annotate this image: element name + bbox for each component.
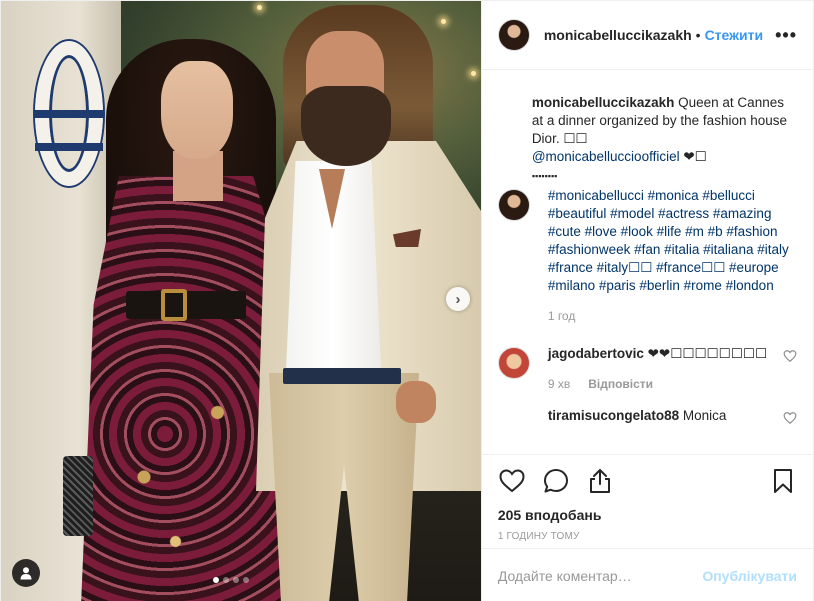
- belt-buckle: [161, 289, 187, 321]
- caption-time[interactable]: 1 год: [548, 307, 576, 325]
- comment-item: jagodabertovic ❤❤☐☐☐☐☐☐☐☐ 9 хв Відповіст…: [497, 345, 797, 393]
- comment-like-heart-icon[interactable]: [783, 411, 797, 425]
- caption-meta: 1 год: [548, 307, 797, 325]
- author-username[interactable]: monicabelluccikazakh: [544, 27, 692, 43]
- post-actions: 205 вподобань 1 ГОДИНУ ТОМУ Опублікувати: [481, 454, 813, 601]
- comment-body: jagodabertovic ❤❤☐☐☐☐☐☐☐☐ 9 хв Відповіст…: [548, 345, 775, 393]
- caption-emoji-2: ❤☐: [683, 149, 707, 164]
- add-comment-bar: Опублікувати: [481, 548, 813, 601]
- carousel-dot: [243, 577, 249, 583]
- separator: •: [695, 27, 701, 43]
- more-options-icon[interactable]: •••: [775, 25, 797, 46]
- caption-hashtags[interactable]: #monicabellucci #monica #bellucci #beaut…: [548, 188, 789, 293]
- header-text: monicabelluccikazakh • Стежити: [544, 27, 763, 43]
- reply-button[interactable]: Відповісти: [588, 375, 653, 393]
- caption-emoji: ☐☐: [563, 131, 588, 146]
- string-light: [257, 5, 262, 10]
- action-icons: [498, 461, 797, 501]
- commenter-avatar[interactable]: [497, 347, 530, 379]
- caption-hashtags-row: #monicabellucci #monica #bellucci #beaut…: [497, 187, 797, 325]
- carousel-dot: [233, 577, 239, 583]
- author-avatar[interactable]: [497, 19, 530, 51]
- user-silhouette-icon: [20, 567, 32, 580]
- comment-meta: 9 хв Відповісти: [548, 375, 775, 393]
- tag-user-icon[interactable]: [12, 559, 40, 587]
- handbag: [63, 456, 93, 536]
- woman-face: [161, 61, 233, 159]
- man-belt: [283, 368, 401, 384]
- caption-mention[interactable]: @monicabelluccioofficiel: [532, 149, 680, 164]
- lifebuoy: [35, 41, 103, 186]
- comment-body: tiramisucongelato88 Monica: [548, 407, 775, 425]
- caption-hashtags-body: #monicabellucci #monica #bellucci #beaut…: [548, 187, 797, 325]
- post-header: monicabelluccikazakh • Стежити •••: [481, 1, 813, 70]
- comment-text: Monica: [682, 408, 727, 423]
- carousel-dot-active: [213, 577, 219, 583]
- post-dialog: › monicabelluccikazakh • Стежити ••• mon…: [0, 0, 814, 601]
- caption-author[interactable]: monicabelluccikazakh: [532, 95, 675, 110]
- bookmark-icon[interactable]: [769, 467, 797, 495]
- string-light: [471, 71, 476, 76]
- bookmark-icon-svg: [774, 469, 792, 493]
- likes-count[interactable]: 205 вподобань: [498, 507, 797, 523]
- comment-icon[interactable]: [542, 467, 570, 495]
- man-hand: [396, 381, 436, 423]
- publish-button[interactable]: Опублікувати: [702, 568, 797, 584]
- comment-time[interactable]: 9 хв: [548, 375, 570, 393]
- carousel-dots: [213, 577, 249, 583]
- comment-input[interactable]: [497, 567, 703, 584]
- post-timestamp[interactable]: 1 ГОДИНУ ТОМУ: [498, 531, 797, 542]
- caption-body: monicabelluccikazakh Queen at Cannes at …: [532, 94, 797, 185]
- comment-icon-svg: [543, 469, 568, 493]
- share-icon[interactable]: [586, 467, 614, 495]
- post-sidebar: monicabelluccikazakh • Стежити ••• monic…: [480, 1, 813, 601]
- comment-text: ❤❤☐☐☐☐☐☐☐☐: [647, 346, 768, 361]
- next-arrow-icon[interactable]: ›: [446, 287, 470, 311]
- comment-item: tiramisucongelato88 Monica: [548, 407, 797, 425]
- caption-avatar[interactable]: [497, 189, 530, 221]
- heart-icon[interactable]: [498, 467, 526, 495]
- comments-list: monicabelluccikazakh Queen at Cannes at …: [482, 70, 813, 454]
- carousel-dot: [223, 577, 229, 583]
- post-photo[interactable]: ›: [1, 1, 481, 601]
- comment-author[interactable]: jagodabertovic: [548, 346, 644, 361]
- comment-like-heart-icon[interactable]: [783, 349, 797, 363]
- heart-icon-svg: [499, 469, 525, 493]
- follow-button[interactable]: Стежити: [705, 27, 764, 43]
- string-light: [441, 19, 446, 24]
- comment-author[interactable]: tiramisucongelato88: [548, 408, 679, 423]
- caption: monicabelluccikazakh Queen at Cannes at …: [498, 94, 797, 185]
- share-icon-svg: [589, 469, 610, 493]
- caption-dots: ▪▪▪▪▪▪▪▪: [531, 171, 558, 181]
- man-beard: [301, 86, 391, 166]
